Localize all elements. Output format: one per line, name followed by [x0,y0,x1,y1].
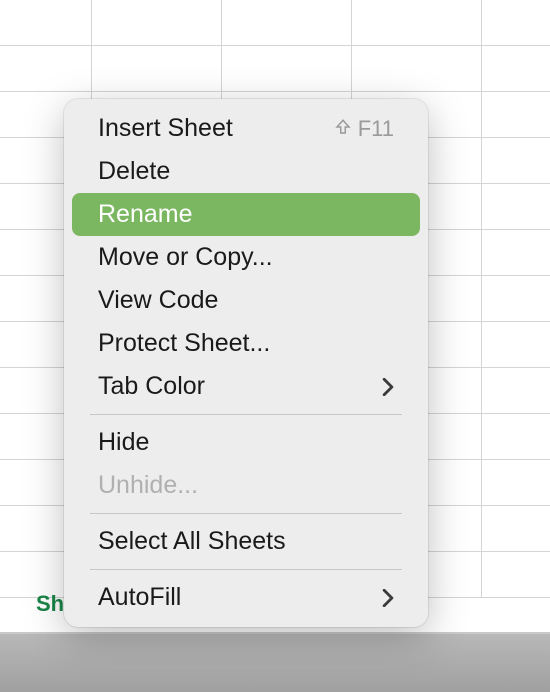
grid-cell[interactable] [352,0,482,45]
menu-label: Protect Sheet... [98,329,394,358]
grid-cell[interactable] [482,230,550,275]
menu-label: Hide [98,428,394,457]
grid-cell[interactable] [482,414,550,459]
menu-shortcut: F11 [334,116,394,142]
grid-cell[interactable] [482,322,550,367]
grid-cell[interactable] [0,46,92,91]
menu-item-hide[interactable]: Hide [72,421,420,464]
grid-cell[interactable] [482,92,550,137]
menu-item-protect-sheet[interactable]: Protect Sheet... [72,322,420,365]
menu-label: Tab Color [98,372,382,401]
sheet-context-menu: Insert Sheet F11 Delete Rename Move or C… [64,99,428,627]
grid-cell[interactable] [92,46,222,91]
menu-label: Delete [98,157,394,186]
status-bar [0,634,550,692]
menu-item-tab-color[interactable]: Tab Color [72,365,420,408]
grid-cell[interactable] [0,0,92,45]
grid-cell[interactable] [482,0,550,45]
menu-item-move-or-copy[interactable]: Move or Copy... [72,236,420,279]
menu-item-rename[interactable]: Rename [72,193,420,236]
grid-cell[interactable] [222,0,352,45]
shortcut-key: F11 [358,116,394,142]
menu-item-unhide: Unhide... [72,464,420,507]
grid-cell[interactable] [482,506,550,551]
chevron-right-icon [382,589,394,607]
menu-label: Select All Sheets [98,527,394,556]
grid-cell[interactable] [92,0,222,45]
menu-label: Move or Copy... [98,243,394,272]
grid-cell[interactable] [352,46,482,91]
grid-cell[interactable] [482,460,550,505]
menu-label: Unhide... [98,471,394,500]
menu-label: AutoFill [98,583,382,612]
grid-cell[interactable] [482,552,550,597]
menu-label: View Code [98,286,394,315]
shift-up-arrow-icon [334,116,352,142]
grid-cell[interactable] [482,368,550,413]
menu-label: Insert Sheet [98,114,334,143]
grid-cell[interactable] [222,46,352,91]
menu-item-autofill[interactable]: AutoFill [72,576,420,619]
grid-cell[interactable] [482,276,550,321]
grid-row [0,46,550,92]
menu-item-insert-sheet[interactable]: Insert Sheet F11 [72,107,420,150]
grid-row [0,0,550,46]
menu-item-select-all-sheets[interactable]: Select All Sheets [72,520,420,563]
menu-separator [90,569,402,570]
menu-item-view-code[interactable]: View Code [72,279,420,322]
menu-separator [90,414,402,415]
grid-cell[interactable] [482,184,550,229]
menu-separator [90,513,402,514]
menu-label: Rename [98,200,394,229]
grid-cell[interactable] [482,138,550,183]
grid-cell[interactable] [482,46,550,91]
chevron-right-icon [382,378,394,396]
menu-item-delete[interactable]: Delete [72,150,420,193]
